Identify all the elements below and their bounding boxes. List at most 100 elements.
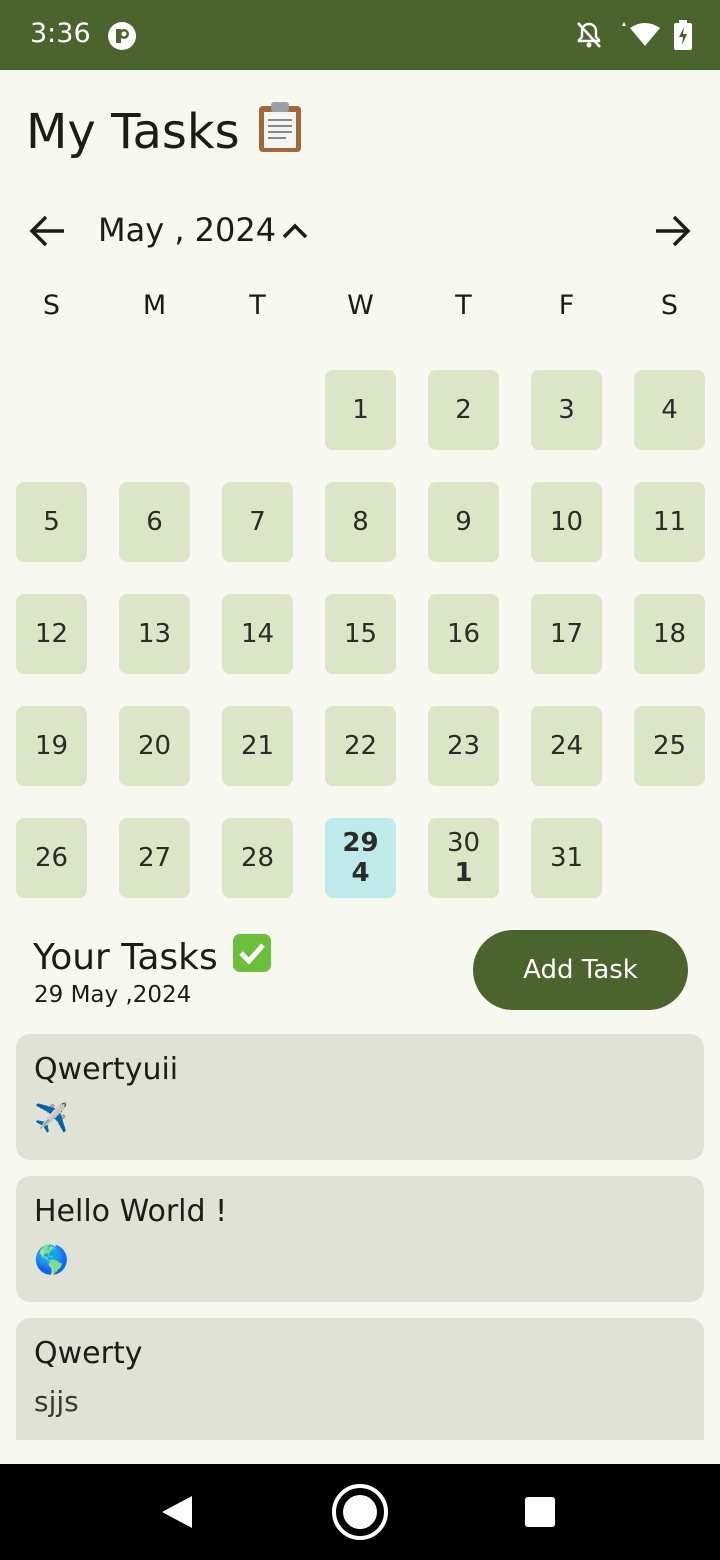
page-title: My Tasks [26, 100, 304, 164]
system-recents-button[interactable] [525, 1497, 555, 1527]
selected-date: 29 May ,2024 [34, 982, 192, 1008]
day-number: 5 [43, 507, 60, 537]
status-time: 3:36 [30, 18, 91, 49]
month-label[interactable]: May , 2024 [98, 211, 276, 249]
day-number: 22 [343, 731, 378, 761]
day-number: 24 [549, 731, 584, 761]
day-number: 1 [352, 395, 369, 425]
day-number: 16 [446, 619, 481, 649]
day-number: 27 [137, 843, 172, 873]
weekday-label: T [455, 290, 472, 321]
day-number: 11 [652, 507, 687, 537]
calendar-day-17[interactable]: 17 [531, 594, 602, 674]
calendar-day-22[interactable]: 22 [325, 706, 396, 786]
weekday-label: S [660, 290, 679, 321]
day-number: 25 [652, 731, 687, 761]
system-navigation-bar [0, 1464, 720, 1560]
calendar-day-20[interactable]: 20 [119, 706, 190, 786]
calendar-day-31[interactable]: 31 [531, 818, 602, 898]
calendar-day-30[interactable]: 30 1 [428, 818, 499, 898]
month-navigation: May , 2024 [0, 200, 720, 264]
calendar-day-8[interactable]: 8 [325, 482, 396, 562]
day-number: 10 [549, 507, 584, 537]
calendar-day-19[interactable]: 19 [16, 706, 87, 786]
task-count: 1 [454, 858, 473, 888]
day-number: 30 [446, 828, 481, 858]
calendar-day-12[interactable]: 12 [16, 594, 87, 674]
task-title: Qwertyuii [34, 1052, 179, 1087]
calendar-day-5[interactable]: 5 [16, 482, 87, 562]
calendar-day-18[interactable]: 18 [634, 594, 705, 674]
day-number: 28 [240, 843, 275, 873]
calendar-day-27[interactable]: 27 [119, 818, 190, 898]
system-back-button[interactable] [160, 1494, 194, 1534]
task-description: ✈️ [34, 1101, 69, 1134]
calendar-day-13[interactable]: 13 [119, 594, 190, 674]
calendar-day-16[interactable]: 16 [428, 594, 499, 674]
calendar-day-21[interactable]: 21 [222, 706, 293, 786]
day-number: 8 [352, 507, 369, 537]
calendar-day-15[interactable]: 15 [325, 594, 396, 674]
day-number: 26 [34, 843, 69, 873]
page-title-text: My Tasks [26, 104, 240, 160]
day-number: 3 [558, 395, 575, 425]
next-month-button[interactable] [652, 214, 692, 248]
day-number: 18 [652, 619, 687, 649]
day-number: 14 [240, 619, 275, 649]
battery-icon [674, 20, 692, 54]
notifications-off-icon [576, 21, 602, 53]
task-description: sjjs [34, 1385, 79, 1418]
status-icons [576, 20, 692, 54]
status-bar: 3:36 [0, 0, 720, 70]
calendar-day-14[interactable]: 14 [222, 594, 293, 674]
day-number: 23 [446, 731, 481, 761]
calendar-day-6[interactable]: 6 [119, 482, 190, 562]
chevron-up-icon[interactable] [280, 216, 310, 246]
day-number: 2 [455, 395, 472, 425]
weekday-header: S M T W T F S [0, 290, 720, 330]
day-number: 29 [342, 828, 379, 858]
calendar-day-4[interactable]: 4 [634, 370, 705, 450]
task-count: 4 [351, 858, 370, 888]
weekday-label: T [249, 290, 266, 321]
previous-month-button[interactable] [28, 214, 68, 248]
calendar-day-24[interactable]: 24 [531, 706, 602, 786]
add-task-button[interactable]: Add Task [473, 930, 688, 1010]
day-number: 21 [240, 731, 275, 761]
tasks-heading-text: Your Tasks [33, 937, 218, 978]
task-description: 🌎 [34, 1243, 69, 1276]
task-title: Qwerty [34, 1336, 143, 1371]
calendar-day-2[interactable]: 2 [428, 370, 499, 450]
clipboard-icon [256, 100, 304, 164]
day-number: 20 [137, 731, 172, 761]
weekday-label: M [142, 290, 167, 321]
calendar-day-7[interactable]: 7 [222, 482, 293, 562]
task-card[interactable]: Qwertyuii ✈️ [16, 1034, 704, 1160]
day-number: 17 [549, 619, 584, 649]
weekday-label: F [558, 290, 575, 321]
calendar-day-28[interactable]: 28 [222, 818, 293, 898]
day-number: 4 [661, 395, 678, 425]
task-card[interactable]: Qwerty sjjs [16, 1318, 704, 1440]
calendar-day-3[interactable]: 3 [531, 370, 602, 450]
weekday-label: S [42, 290, 61, 321]
calendar-day-1[interactable]: 1 [325, 370, 396, 450]
calendar-day-26[interactable]: 26 [16, 818, 87, 898]
calendar-day-23[interactable]: 23 [428, 706, 499, 786]
check-mark-icon [232, 933, 272, 982]
calendar-day-11[interactable]: 11 [634, 482, 705, 562]
calendar-day-25[interactable]: 25 [634, 706, 705, 786]
calendar-day-9[interactable]: 9 [428, 482, 499, 562]
day-number: 12 [34, 619, 69, 649]
day-number: 19 [34, 731, 69, 761]
day-number: 31 [549, 843, 584, 873]
day-number: 13 [137, 619, 172, 649]
calendar-day-10[interactable]: 10 [531, 482, 602, 562]
tasks-heading: Your Tasks [33, 933, 272, 982]
day-number: 6 [146, 507, 163, 537]
task-title: Hello World ! [34, 1194, 228, 1229]
task-card[interactable]: Hello World ! 🌎 [16, 1176, 704, 1302]
calendar-day-29[interactable]: 29 4 [325, 818, 396, 898]
system-home-button[interactable] [331, 1483, 389, 1545]
app-notification-icon [107, 21, 137, 55]
